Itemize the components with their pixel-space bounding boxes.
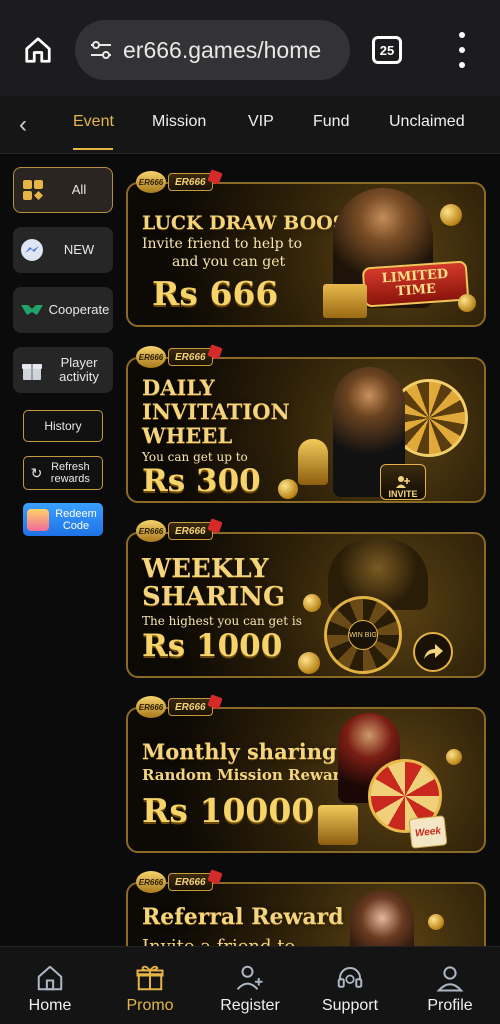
sidebar-item-new[interactable]: NEW bbox=[13, 227, 113, 273]
banner-title-2: INVITATION bbox=[142, 399, 290, 424]
nav-label: Promo bbox=[126, 997, 174, 1014]
chevron-left-icon[interactable]: ‹ bbox=[12, 111, 34, 138]
banner-title: Monthly sharing bbox=[142, 739, 337, 764]
banner-subtitle: You can get up to bbox=[142, 450, 248, 464]
redeem-code-label: Redeem Code bbox=[55, 507, 97, 532]
browser-home-button[interactable] bbox=[18, 30, 58, 70]
banner-subtitle: Invite friend to help to bbox=[142, 236, 303, 252]
banner-subtitle: The highest you can get is bbox=[142, 614, 302, 628]
refresh-rewards-button[interactable]: ↻ Refresh rewards bbox=[23, 456, 103, 490]
coin-decoration bbox=[446, 749, 462, 765]
category-tab-bar: ‹ Event Mission VIP Fund Unclaimed bbox=[0, 96, 500, 154]
browser-toolbar: er666.games/home 25 bbox=[0, 0, 500, 96]
banner-subtitle-2: and you can get bbox=[172, 254, 286, 270]
bottom-navigation: Home Promo Register Support Profile bbox=[0, 946, 500, 1024]
banner-title-1: WEEKLY bbox=[142, 554, 269, 584]
trophy-illustration bbox=[298, 439, 328, 485]
grid-icon bbox=[20, 177, 46, 203]
tab-count: 25 bbox=[379, 42, 395, 58]
banner-title-3: WHEEL bbox=[142, 423, 233, 448]
coin-decoration bbox=[303, 594, 321, 612]
nav-home[interactable]: Home bbox=[0, 947, 100, 1024]
home-icon bbox=[33, 961, 67, 995]
sidebar-item-player-activity[interactable]: Player activity bbox=[13, 347, 113, 393]
banner-title-1: DAILY bbox=[142, 375, 215, 400]
home-icon bbox=[25, 37, 51, 63]
sidebar-item-all[interactable]: All bbox=[13, 167, 113, 213]
profile-icon bbox=[433, 961, 467, 995]
tab-event[interactable]: Event bbox=[73, 113, 114, 131]
banner-title: Referral Reward bbox=[142, 904, 344, 930]
coin-decoration bbox=[278, 479, 298, 499]
nav-register[interactable]: Register bbox=[200, 947, 300, 1024]
banner-amount: Rs 300 bbox=[142, 463, 261, 499]
banner-amount: Rs 10000 bbox=[142, 791, 315, 830]
nav-support[interactable]: Support bbox=[300, 947, 400, 1024]
add-user-icon bbox=[233, 961, 267, 995]
event-banner-monthly-sharing[interactable]: Monthly sharing Random Mission Reward Rs… bbox=[126, 707, 486, 853]
coin-decoration bbox=[298, 652, 320, 674]
banner-amount: Rs 1000 bbox=[142, 628, 283, 664]
sidebar-item-label: All bbox=[71, 182, 87, 197]
history-button[interactable]: History bbox=[23, 410, 103, 442]
nav-profile[interactable]: Profile bbox=[400, 947, 500, 1024]
wheel-center-text: WIN BIG bbox=[348, 620, 378, 650]
sidebar-item-label: Player activity bbox=[59, 355, 99, 384]
banner-amount: Rs 666 bbox=[152, 274, 279, 313]
banner-title-2: SHARING bbox=[142, 582, 286, 612]
badge-text: INVITE bbox=[388, 489, 418, 499]
nav-label: Profile bbox=[427, 997, 473, 1014]
tune-icon[interactable] bbox=[87, 36, 115, 64]
brand-logo: ER666 ER666 bbox=[136, 868, 234, 896]
handshake-icon bbox=[19, 297, 45, 323]
badge-text: LIMITED TIME bbox=[381, 266, 449, 300]
nav-label: Register bbox=[220, 997, 280, 1014]
coin-decoration bbox=[440, 204, 462, 226]
nav-label: Support bbox=[321, 997, 379, 1014]
banner-title: LUCK DRAW BOOST bbox=[142, 212, 361, 234]
redeem-code-button[interactable]: Redeem Code bbox=[23, 503, 103, 536]
sidebar-item-label: NEW bbox=[63, 242, 95, 257]
limited-time-badge: LIMITED TIME bbox=[361, 260, 470, 308]
tab-unclaimed[interactable]: Unclaimed bbox=[389, 113, 465, 131]
coin-decoration bbox=[428, 914, 444, 930]
share-arrow-icon bbox=[413, 632, 453, 672]
gift-icon bbox=[133, 961, 167, 995]
gift-icon bbox=[19, 357, 45, 383]
badge-text: Week bbox=[414, 825, 442, 839]
add-user-icon bbox=[396, 476, 410, 488]
coin-stack-illustration bbox=[318, 805, 358, 845]
address-bar[interactable]: er666.games/home bbox=[75, 20, 350, 80]
sidebar-item-cooperate[interactable]: Cooperate bbox=[13, 287, 113, 333]
brand-logo: ER666 ER666 bbox=[136, 168, 234, 196]
brand-logo: ER666 ER666 bbox=[136, 343, 234, 371]
win-big-wheel: WIN BIG bbox=[324, 596, 402, 674]
nav-label: Home bbox=[28, 997, 72, 1014]
refresh-rewards-label: Refresh rewards bbox=[50, 461, 90, 485]
nav-promo[interactable]: Promo bbox=[100, 947, 200, 1024]
tab-mission[interactable]: Mission bbox=[152, 113, 206, 131]
brand-logo: ER666 ER666 bbox=[136, 693, 234, 721]
url-text[interactable]: er666.games/home bbox=[123, 37, 338, 64]
tab-vip[interactable]: VIP bbox=[248, 113, 274, 131]
headset-icon bbox=[333, 961, 367, 995]
banner-subtitle: Random Mission Reward bbox=[142, 766, 352, 784]
redeem-gift-icon bbox=[27, 508, 49, 531]
event-banner-luck-draw[interactable]: LUCK DRAW BOOST Invite friend to help to… bbox=[126, 182, 486, 327]
messenger-icon bbox=[19, 237, 45, 263]
invite-badge: INVITE bbox=[380, 464, 426, 500]
refresh-icon: ↻ bbox=[30, 464, 43, 481]
sidebar-item-label: Cooperate bbox=[48, 302, 110, 317]
calendar-badge: Week bbox=[408, 815, 448, 849]
event-banner-weekly-sharing[interactable]: WEEKLY SHARING The highest you can get i… bbox=[126, 532, 486, 678]
brand-logo: ER666 ER666 bbox=[136, 517, 234, 545]
coin-decoration bbox=[458, 294, 476, 312]
event-banner-invitation-wheel[interactable]: DAILY INVITATION WHEEL You can get up to… bbox=[126, 357, 486, 503]
gift-box-illustration bbox=[323, 284, 367, 318]
tab-switcher-button[interactable]: 25 bbox=[372, 36, 402, 64]
tab-fund[interactable]: Fund bbox=[313, 113, 349, 131]
active-tab-indicator bbox=[73, 148, 113, 150]
more-vert-icon[interactable] bbox=[450, 32, 474, 68]
